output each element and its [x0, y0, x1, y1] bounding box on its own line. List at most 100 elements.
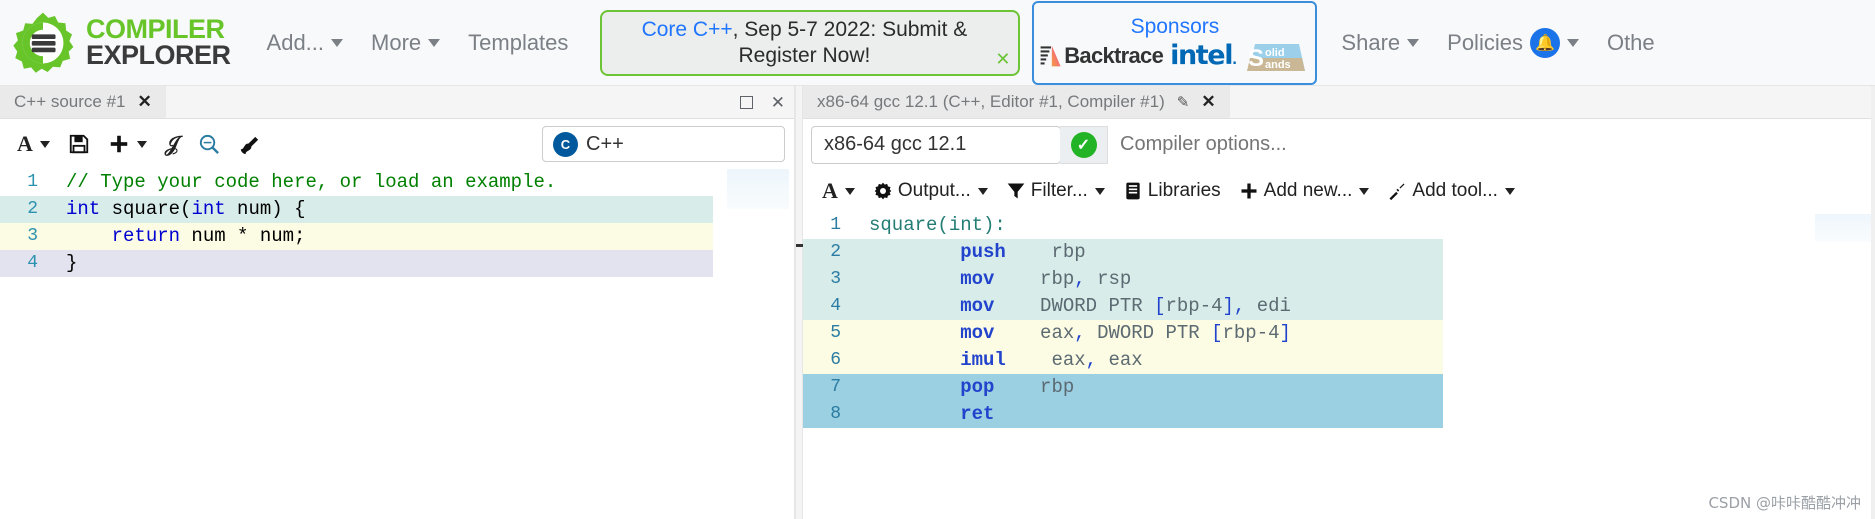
chevron-down-icon: [39, 140, 50, 148]
sponsor-backtrace[interactable]: Backtrace: [1039, 43, 1164, 69]
wrench-icon: [1389, 183, 1405, 201]
line-number: 7: [830, 377, 841, 397]
line-number: 8: [830, 404, 841, 424]
vim-mode-button[interactable]: 𝒥: [156, 128, 189, 161]
code-text: }: [66, 252, 78, 274]
nav-item-policies-label: Policies: [1447, 29, 1523, 55]
nav-item-share[interactable]: Share: [1327, 24, 1433, 62]
output-button[interactable]: Output...: [864, 176, 997, 206]
libraries-button[interactable]: Libraries: [1114, 176, 1230, 206]
gear-icon: [874, 182, 892, 200]
language-select[interactable]: C C++: [542, 126, 785, 162]
compiler-tabstrip: x86-64 gcc 12.1 (C++, Editor #1, Compile…: [803, 86, 1875, 119]
nav-item-other-label: Othe: [1606, 29, 1655, 55]
nav-item-other[interactable]: Othe: [1593, 24, 1669, 62]
compiler-select[interactable]: x86-64 gcc 12.1: [811, 125, 1061, 164]
editor-pane-controls: ✕: [739, 86, 785, 119]
close-icon[interactable]: ✕: [1201, 92, 1215, 112]
chevron-down-icon: [136, 140, 147, 148]
assembly-line[interactable]: 3 mov rbp, rsp: [803, 266, 1443, 293]
pencil-icon[interactable]: ✎: [1177, 93, 1190, 111]
compile-status-badge: ✓: [1060, 125, 1108, 164]
sponsor-logos: Backtrace intel. S olid ands: [1039, 40, 1310, 71]
find-button[interactable]: [188, 129, 229, 160]
close-icon[interactable]: ✕: [138, 92, 152, 112]
chevron-down-icon: [844, 187, 855, 195]
tab-compiler-1[interactable]: x86-64 gcc 12.1 (C++, Editor #1, Compile…: [803, 86, 1230, 118]
assembly-line[interactable]: 4 mov DWORD PTR [rbp-4], edi: [803, 293, 1443, 320]
maximize-icon[interactable]: [739, 96, 753, 109]
plus-icon: [1241, 183, 1257, 199]
assembly-line[interactable]: 8 ret: [803, 401, 1443, 428]
nav-item-more[interactable]: More: [357, 24, 454, 62]
editor-code-line[interactable]: 4}: [0, 250, 713, 277]
chevron-down-icon: [1407, 38, 1420, 47]
magnifier-icon: [200, 134, 220, 154]
assembly-line[interactable]: 7 pop rbp: [803, 374, 1443, 401]
add-tool-button-label: Add tool...: [1412, 180, 1498, 201]
nav-item-templates-label: Templates: [468, 29, 569, 55]
bell-icon[interactable]: 🔔: [1529, 27, 1560, 58]
sponsor-intel[interactable]: intel.: [1170, 40, 1237, 71]
assembly-line[interactable]: 1 square(int):: [803, 212, 1875, 239]
nav-item-add[interactable]: Add...: [253, 24, 357, 62]
save-button[interactable]: [59, 129, 99, 159]
compiler-select-value: x86-64 gcc 12.1: [824, 133, 967, 155]
nav-item-templates[interactable]: Templates: [454, 24, 582, 62]
add-tool-button[interactable]: Add tool...: [1378, 176, 1524, 206]
code-text: int square(int num) {: [66, 198, 306, 220]
chevron-down-icon: [331, 38, 344, 47]
format-button[interactable]: [229, 129, 270, 160]
close-icon[interactable]: ✕: [771, 93, 785, 113]
line-number: 6: [830, 350, 841, 370]
editor-code-area[interactable]: 1 // Type your code here, or load an exam…: [0, 169, 795, 499]
editor-code-line[interactable]: 1 // Type your code here, or load an exam…: [0, 169, 713, 196]
tab-cpp-source-1[interactable]: C++ source #1 ✕: [0, 86, 166, 118]
pane-splitter[interactable]: [795, 86, 804, 519]
nav-item-policies[interactable]: Policies 🔔: [1433, 22, 1593, 64]
filter-button-label: Filter...: [1030, 180, 1088, 201]
chevron-down-icon: [977, 187, 988, 195]
tab-compiler-1-label: x86-64 gcc 12.1 (C++, Editor #1, Compile…: [817, 92, 1165, 111]
editor-code-line[interactable]: 3 return num * num;: [0, 223, 713, 250]
A-icon: A: [17, 131, 33, 156]
add-new-button[interactable]: Add new...: [1230, 176, 1379, 206]
notification-link[interactable]: Core C++: [642, 18, 733, 41]
assembly-minimap[interactable]: [1815, 214, 1871, 242]
brand-logo-link[interactable]: COMPILER EXPLORER: [0, 10, 231, 76]
line-number: 2: [830, 242, 841, 262]
assembly-line[interactable]: 6 imul eax, eax: [803, 347, 1443, 374]
compiler-select-row: x86-64 gcc 12.1 ✓: [803, 119, 1875, 170]
assembly-line[interactable]: 5 mov eax, DWORD PTR [rbp-4]: [803, 320, 1443, 347]
editor-pane: C++ source #1 ✕ ✕ A 𝒥 C C++ 1 // Type yo…: [0, 86, 795, 519]
font-size-button[interactable]: A: [813, 174, 864, 208]
top-navbar: COMPILER EXPLORER Add... More Templates …: [0, 0, 1875, 86]
add-button[interactable]: [99, 129, 156, 159]
compiler-toolbar: A Output... Filter... Libraries Add new.…: [803, 170, 1875, 212]
sponsor-solid-sands-icon[interactable]: S olid ands: [1243, 41, 1311, 71]
font-size-button[interactable]: A: [8, 127, 59, 161]
notification-close-icon[interactable]: ✕: [995, 50, 1010, 68]
notification-text: Core C++, Sep 5-7 2022: Submit & Registe…: [612, 17, 996, 68]
nav-item-more-label: More: [371, 29, 422, 55]
brand-line-2: EXPLORER: [86, 39, 231, 70]
editor-tabstrip: C++ source #1 ✕ ✕: [0, 86, 795, 119]
editor-code-line[interactable]: 2 int square(int num) {: [0, 196, 713, 223]
chevron-down-icon: [1566, 38, 1579, 47]
check-circle-icon: ✓: [1070, 131, 1097, 158]
compiler-options-input[interactable]: [1120, 125, 1867, 164]
line-number: 2: [27, 199, 38, 219]
assembly-text: imul eax, eax: [960, 349, 1143, 371]
assembly-text: ret: [960, 403, 995, 425]
filter-button[interactable]: Filter...: [997, 176, 1114, 206]
plus-icon: [110, 135, 128, 153]
nav-menu: Add... More Templates: [253, 24, 583, 62]
svg-text:S: S: [1248, 45, 1264, 71]
assembly-text: square(int):: [869, 214, 1006, 236]
editor-toolbar: A 𝒥 C C++: [0, 119, 795, 169]
assembly-line[interactable]: 2 push rbp: [803, 239, 1443, 266]
assembly-output-area[interactable]: 1 square(int): 2 push rbp 3 mov rbp, rsp 4 m…: [803, 212, 1875, 517]
sponsors-panel[interactable]: Sponsors Backtrace intel. S olid ands: [1032, 0, 1318, 85]
line-number: 4: [27, 253, 38, 273]
editor-minimap[interactable]: [727, 169, 789, 209]
